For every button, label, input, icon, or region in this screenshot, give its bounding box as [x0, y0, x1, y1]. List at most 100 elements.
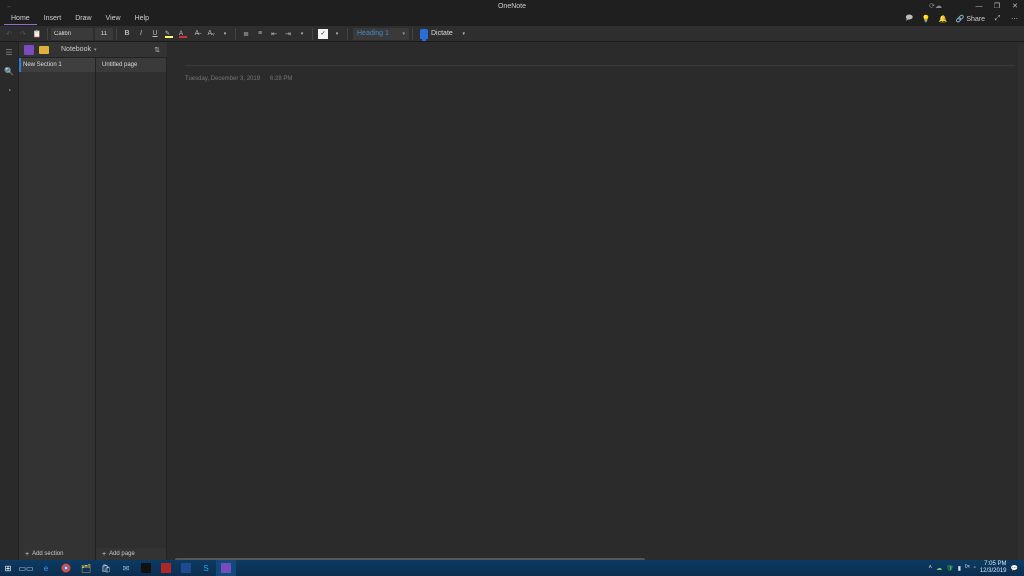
sort-pages-button[interactable]: ⇅ — [151, 46, 163, 54]
taskbar-skype[interactable]: S — [196, 560, 216, 576]
navigation-panes: New Section 1 Untitled page — [19, 58, 167, 558]
taskbar-app-red[interactable] — [156, 560, 176, 576]
tab-help[interactable]: Help — [128, 14, 156, 24]
add-section-button[interactable]: + Add section — [19, 548, 96, 560]
more-font-button[interactable]: ▾ — [218, 27, 232, 41]
left-rail: ☰ 🔍 ◔ — [0, 42, 19, 576]
tab-draw[interactable]: Draw — [68, 14, 98, 24]
add-section-label: Add section — [32, 551, 63, 557]
styles-label: Heading 1 — [357, 30, 389, 37]
maximize-button[interactable]: ❐ — [988, 0, 1006, 12]
add-page-button[interactable]: + Add page — [96, 548, 167, 560]
page-header: Tuesday, December 3, 2019 6:28 PM — [167, 42, 1018, 82]
clipboard-button[interactable]: 📋 — [30, 27, 44, 41]
tray-date: 12/3/2019 — [980, 568, 1007, 575]
menu-bar: Home Insert Draw View Help 🗩 💡 🔔 🔗 Share… — [0, 12, 1024, 26]
recent-icon[interactable]: ◔ — [7, 86, 12, 95]
recent-notes-icon[interactable] — [23, 44, 35, 56]
undo-button[interactable]: ↶ — [2, 27, 16, 41]
minimize-button[interactable]: — — [970, 0, 988, 12]
tab-insert[interactable]: Insert — [37, 14, 69, 24]
redo-button[interactable]: ↷ — [16, 27, 30, 41]
clear-format-button[interactable]: A̶ — [190, 27, 204, 41]
bell-icon[interactable]: 🔔 — [936, 12, 951, 26]
tab-home[interactable]: Home — [4, 14, 37, 25]
system-tray: ˄ ☁ 🛡 ▮ ᴰˣ ▫ 7:05 PM 12/3/2019 💬 — [929, 561, 1024, 575]
back-arrow[interactable]: ← — [6, 3, 13, 10]
fullscreen-icon[interactable]: ⤢ — [990, 12, 1005, 26]
outdent-button[interactable]: ⇤ — [267, 27, 281, 41]
add-page-label: Add page — [109, 551, 135, 557]
font-color-button[interactable]: A — [176, 27, 190, 41]
windows-taskbar: ⊞ ▭▭ e 🗂 🛍 ✉ S ˄ ☁ 🛡 ▮ ᴰˣ ▫ 7:05 PM 12/3… — [0, 560, 1024, 576]
tray-network-icon[interactable]: ▫ — [974, 565, 976, 571]
taskbar-store[interactable]: 🛍 — [96, 560, 116, 576]
tray-notifications-icon[interactable]: 💬 — [1011, 565, 1018, 572]
share-icon: 🔗 — [956, 15, 965, 23]
window-controls: — ❐ ✕ — [970, 0, 1024, 12]
section-item[interactable]: New Section 1 — [19, 58, 95, 72]
taskbar-edge[interactable]: e — [36, 560, 56, 576]
plus-icon: + — [25, 551, 29, 558]
tips-icon[interactable]: 💡 — [919, 12, 934, 26]
todo-tag-button[interactable]: ✓ — [316, 27, 330, 41]
dictate-dropdown-button[interactable]: ▾ — [457, 27, 471, 41]
app-title: OneNote — [498, 3, 526, 10]
page-timestamp: Tuesday, December 3, 2019 6:28 PM — [185, 76, 1000, 82]
vertical-scrollbar[interactable] — [1018, 42, 1024, 560]
page-label: Untitled page — [102, 62, 137, 68]
nav-toggle-icon[interactable]: ☰ — [5, 48, 12, 57]
page-item[interactable]: Untitled page — [96, 58, 166, 72]
add-bar: + Add section + Add page — [19, 548, 167, 560]
taskbar-explorer[interactable]: 🗂 — [76, 560, 96, 576]
tab-view[interactable]: View — [99, 14, 128, 24]
taskbar-chrome[interactable] — [56, 560, 76, 576]
taskbar-app-blue[interactable] — [176, 560, 196, 576]
share-button[interactable]: 🔗 Share — [953, 15, 988, 23]
notebook-dropdown-icon[interactable]: ▾ — [94, 47, 97, 53]
close-button[interactable]: ✕ — [1006, 0, 1024, 12]
tray-onedrive-icon[interactable]: ☁ — [936, 565, 942, 572]
sync-status-icon[interactable]: ⟳☁ — [929, 2, 942, 10]
format-painter-button[interactable]: Aᵥ — [204, 27, 218, 41]
share-label: Share — [966, 16, 985, 23]
font-name-input[interactable] — [51, 28, 93, 40]
page-date-text: Tuesday, December 3, 2019 — [185, 76, 260, 82]
tray-security-icon[interactable]: 🛡 — [946, 565, 954, 572]
todo-dropdown-button[interactable]: ▾ — [330, 27, 344, 41]
title-bar: ← OneNote ⟳☁ — ❐ ✕ — [0, 0, 1024, 12]
sections-pane: New Section 1 — [19, 58, 96, 558]
font-size-input[interactable] — [95, 28, 113, 40]
page-canvas[interactable]: Tuesday, December 3, 2019 6:28 PM — [167, 42, 1018, 560]
tray-clock[interactable]: 7:05 PM 12/3/2019 — [980, 561, 1007, 575]
taskview-button[interactable]: ▭▭ — [16, 560, 36, 576]
highlight-button[interactable]: ✎ — [162, 27, 176, 41]
tray-battery-icon[interactable]: ▮ — [958, 565, 961, 572]
page-title-input[interactable] — [185, 56, 1015, 66]
dictate-button[interactable]: Dictate — [420, 29, 453, 39]
notebooks-icon[interactable] — [38, 44, 50, 56]
styles-dropdown[interactable]: Heading 1 ▾ — [353, 28, 409, 40]
italic-button[interactable]: I — [134, 27, 148, 41]
tray-sound-icon[interactable]: ᴰˣ — [965, 565, 970, 571]
number-list-button[interactable]: ≡ — [253, 27, 267, 41]
taskbar-app-dark[interactable] — [136, 560, 156, 576]
more-para-button[interactable]: ▾ — [295, 27, 309, 41]
chevron-down-icon: ▾ — [402, 31, 405, 37]
start-button[interactable]: ⊞ — [0, 560, 16, 576]
tray-chevron-icon[interactable]: ˄ — [929, 565, 933, 571]
underline-button[interactable]: U — [148, 27, 162, 41]
page-time-text: 6:28 PM — [270, 76, 292, 82]
taskbar-mail[interactable]: ✉ — [116, 560, 136, 576]
bullet-list-button[interactable]: ≣ — [239, 27, 253, 41]
taskbar-onenote[interactable] — [216, 560, 236, 576]
microphone-icon — [420, 29, 428, 39]
notebook-bar: Notebook ▾ ⇅ — [19, 42, 167, 58]
more-icon[interactable]: ⋯ — [1007, 12, 1022, 26]
search-icon[interactable]: 🔍 — [4, 67, 14, 76]
bold-button[interactable]: B — [120, 27, 134, 41]
notebook-name[interactable]: Notebook — [61, 46, 91, 53]
indent-button[interactable]: ⇥ — [281, 27, 295, 41]
notifications-icon[interactable]: 🗩 — [902, 12, 917, 26]
plus-icon: + — [102, 551, 106, 558]
